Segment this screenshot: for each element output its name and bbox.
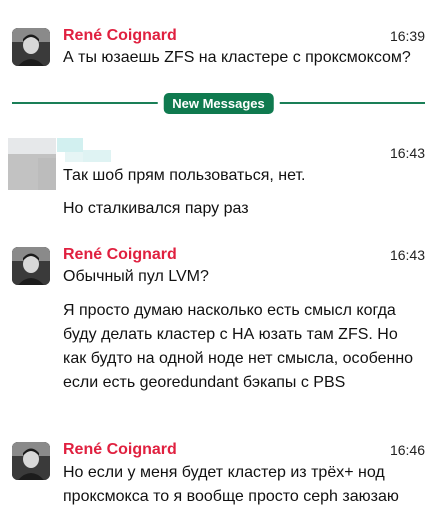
message-text: Обычный пул LVM? [63,268,209,285]
sender-name[interactable]: René Coignard [63,26,177,46]
avatar-image [12,442,50,480]
avatar[interactable] [12,247,50,285]
message-text: Так шоб прям пользоваться, нет. [63,167,306,184]
new-messages-label: New Messages [163,93,274,114]
sender-name[interactable]: René Coignard [63,440,177,460]
avatar-image [12,247,50,285]
message-timestamp: 16:43 [389,145,425,161]
blurred-avatar[interactable] [8,138,56,190]
blurred-sender-name[interactable] [57,138,113,164]
sender-name[interactable]: René Coignard [63,245,177,265]
message-text: Но если у меня будет кластер из трёх+ но… [63,464,399,505]
message-timestamp: 16:43 [389,247,425,263]
message-text: Но сталкивался пару раз [63,200,249,217]
chat-timeline: René Coignard 16:39 А ты юзаешь ZFS на к… [0,0,437,527]
message-text: Я просто думаю насколько есть смысл когд… [63,302,414,391]
message-timestamp: 16:46 [389,442,425,458]
message-timestamp: 16:39 [389,28,425,44]
message-text: А ты юзаешь ZFS на кластере с проксмоксо… [63,49,411,66]
avatar[interactable] [12,442,50,480]
avatar[interactable] [12,28,50,66]
avatar-image [12,28,50,66]
